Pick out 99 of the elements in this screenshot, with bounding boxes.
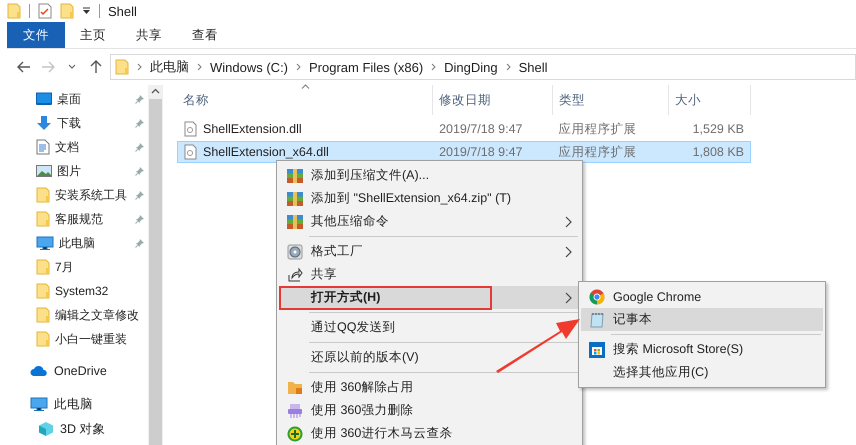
table-cell: 1,808 KB [692,145,744,159]
breadcrumb[interactable]: Shell [518,60,548,74]
breadcrumb[interactable]: DingDing [444,60,498,74]
archive-icon [287,190,303,206]
menu-item[interactable]: 使用 360强力删除 [279,399,580,422]
archive-icon [287,168,303,184]
ribbon-tab[interactable]: 文件 [7,22,65,48]
up-icon[interactable] [90,60,102,74]
new-folder-icon [60,3,74,19]
menu-item[interactable]: 选择其他应用(C) [581,361,823,384]
table-cell: 应用程序扩展 [558,144,637,160]
folder-lock-icon [287,380,303,396]
menu-item[interactable]: 搜索 Microsoft Store(S) [581,338,823,361]
dll-file-icon [184,121,197,137]
folder-icon [36,331,50,347]
address-bar[interactable]: 此电脑 Windows (C:) Program Files (x86) DingDing Shell [110,54,856,80]
column-header[interactable]: 类型 [553,85,669,115]
document-icon [36,139,50,155]
column-header[interactable]: 名称 [177,85,433,115]
computer-icon [36,236,54,250]
back-icon[interactable] [17,61,31,73]
recent-dropdown-icon[interactable] [68,64,76,70]
download-arrow-icon [36,115,52,131]
nav-item[interactable]: 此电脑 [59,234,130,252]
folder-icon [115,59,129,75]
notepad-icon [589,312,605,328]
nav-item[interactable]: 客服规范 [55,210,130,228]
menu-item[interactable]: 记事本 [581,308,823,331]
nav-item[interactable]: 下载 [57,114,130,132]
desktop-icon [36,92,52,106]
table-cell: 2019/7/18 9:47 [439,122,522,136]
scrollbar[interactable] [148,85,163,445]
folder-icon [36,187,50,203]
table-cell: 1,529 KB [692,122,744,136]
menu-item[interactable]: 格式工厂 [279,240,580,263]
nav-item[interactable]: 编辑之文章修改 [55,306,148,324]
nav-item[interactable]: 此电脑 [54,396,148,412]
pin-icon[interactable] [135,142,145,152]
disc-icon [287,244,303,260]
nav-item[interactable]: System32 [55,284,148,298]
pin-icon[interactable] [135,214,145,224]
folder-icon [36,259,50,275]
menu-item[interactable]: 通过QQ发送到 [279,316,580,339]
ribbon-tab[interactable]: 共享 [121,22,177,48]
cube-icon [38,421,54,437]
file-name: ShellExtension_x64.dll [203,145,329,159]
archive-icon [287,214,303,230]
nav-item[interactable]: OneDrive [54,364,148,378]
menu-item[interactable]: 添加到压缩文件(A)... [279,164,580,187]
chrome-icon [589,288,605,304]
nav-item[interactable]: 小白一键重装 [55,330,148,348]
pin-icon[interactable] [135,190,145,200]
cloud-icon [30,365,48,377]
nav-item[interactable]: 文档 [55,138,130,156]
shredder-icon [287,402,303,418]
pin-icon[interactable] [135,238,145,248]
pin-icon[interactable] [135,166,145,176]
nav-item[interactable]: 安装系统工具 [55,186,130,204]
folder-icon [36,283,50,299]
table-cell: 应用程序扩展 [558,120,637,138]
breadcrumb[interactable]: 此电脑 [150,58,189,76]
window-title: Shell [108,4,137,18]
ribbon-tab[interactable]: 查看 [177,22,233,48]
picture-icon [36,164,52,178]
nav-item[interactable]: 图片 [57,162,130,180]
breadcrumb[interactable]: Program Files (x86) [309,60,424,74]
menu-item[interactable]: 使用 360进行木马云查杀 [279,422,580,445]
scroll-up-icon[interactable] [151,88,160,94]
menu-item[interactable]: 其他压缩命令 [279,210,580,233]
customize-dropdown-icon[interactable] [82,7,91,15]
folder-icon [7,3,21,19]
menu-item[interactable]: 添加到 "ShellExtension_x64.zip" (T) [279,187,580,210]
folder-icon [36,211,50,227]
sort-caret-icon [300,84,310,89]
file-name: ShellExtension.dll [203,122,302,136]
properties-icon[interactable] [38,3,52,19]
menu-item[interactable]: 使用 360解除占用 [279,376,580,399]
breadcrumb[interactable]: Windows (C:) [210,60,288,74]
nav-item[interactable]: 7月 [55,258,148,276]
menu-item[interactable]: Google Chrome [581,285,823,308]
computer-icon [30,396,48,412]
menu-item[interactable]: 还原以前的版本(V) [279,346,580,369]
share-icon [287,266,303,282]
file-row[interactable]: ShellExtension_x64.dll 2019/7/18 9:47 应用程序扩展 1,808 KB [177,141,751,163]
ribbon-tab[interactable]: 主页 [65,22,121,48]
pin-icon[interactable] [135,118,145,128]
nav-item[interactable]: 3D 对象 [60,420,148,438]
table-cell: 2019/7/18 9:47 [439,145,522,159]
nav-item[interactable]: 桌面 [57,90,130,108]
plus-shield-icon [287,426,303,442]
store-icon [589,342,605,358]
column-header[interactable]: 修改日期 [433,85,553,115]
folder-icon [36,307,50,323]
menu-item[interactable]: 共享 [279,263,580,286]
dll-file-icon [184,144,197,160]
file-row[interactable]: ShellExtension.dll 2019/7/18 9:47 应用程序扩展 1,529 KB [177,118,751,140]
pin-icon[interactable] [135,94,145,104]
column-header[interactable]: 大小 [669,85,751,115]
menu-item[interactable]: 打开方式(H) [279,286,580,309]
